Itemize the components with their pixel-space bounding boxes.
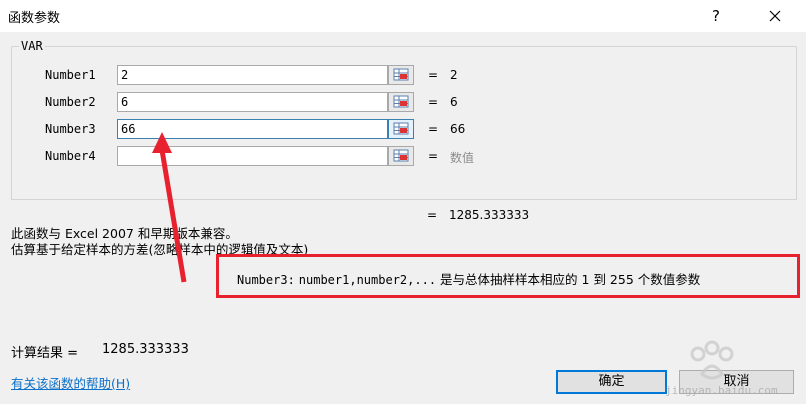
annotation-arrow (152, 132, 187, 283)
